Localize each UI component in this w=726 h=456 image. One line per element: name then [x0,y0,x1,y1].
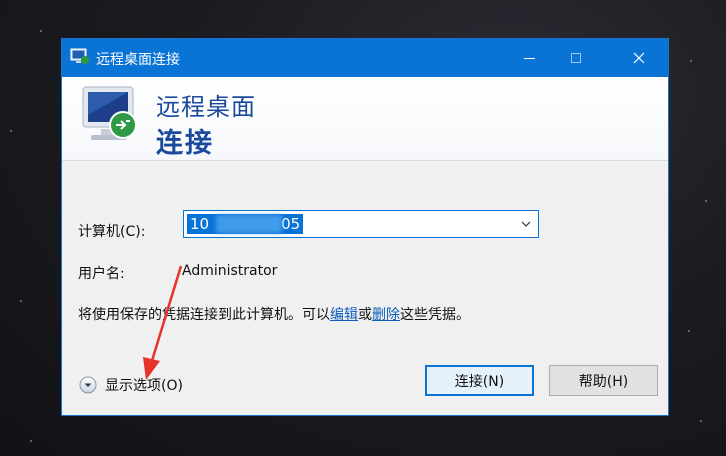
remote-desktop-dialog: 远程桌面连接 远程桌面 连接 计算机(C): 10 05 用户名: Admini… [61,38,669,416]
redacted-region [216,215,282,233]
show-options-label: 显示选项(O) [105,378,183,394]
info-prefix: 将使用保存的凭据连接到此计算机。可以 [78,307,330,323]
computer-label: 计算机(C): [78,224,146,240]
info-suffix: 这些凭据。 [400,307,470,323]
chevron-down-icon[interactable] [520,218,532,230]
header-title-line2: 连接 [156,128,214,159]
delete-credentials-link[interactable]: 删除 [372,307,400,323]
header-title-line1: 远程桌面 [156,93,256,121]
expand-circle-icon [79,376,97,394]
computer-combobox[interactable]: 10 05 [183,210,539,238]
minimize-button[interactable] [506,39,552,77]
username-label: 用户名: [78,266,125,282]
info-or: 或 [358,307,372,323]
dialog-header: 远程桌面 连接 [62,77,668,161]
help-button[interactable]: 帮助(H) [549,365,658,396]
computer-value-start: 10 [190,215,210,233]
credentials-info: 将使用保存的凭据连接到此计算机。可以编辑或删除这些凭据。 [78,304,470,324]
window-title: 远程桌面连接 [96,52,180,68]
connect-button[interactable]: 连接(N) [425,365,534,396]
title-bar[interactable]: 远程桌面连接 [62,39,668,77]
close-button[interactable] [616,39,662,77]
maximize-button[interactable] [553,39,599,77]
edit-credentials-link[interactable]: 编辑 [330,307,358,323]
monitor-icon [82,86,137,140]
show-options-toggle[interactable]: 显示选项(O) [79,375,183,395]
username-value: Administrator [182,263,278,279]
computer-value-end: 05 [281,215,301,233]
close-icon [633,52,645,64]
remote-desktop-app-icon [70,48,89,64]
